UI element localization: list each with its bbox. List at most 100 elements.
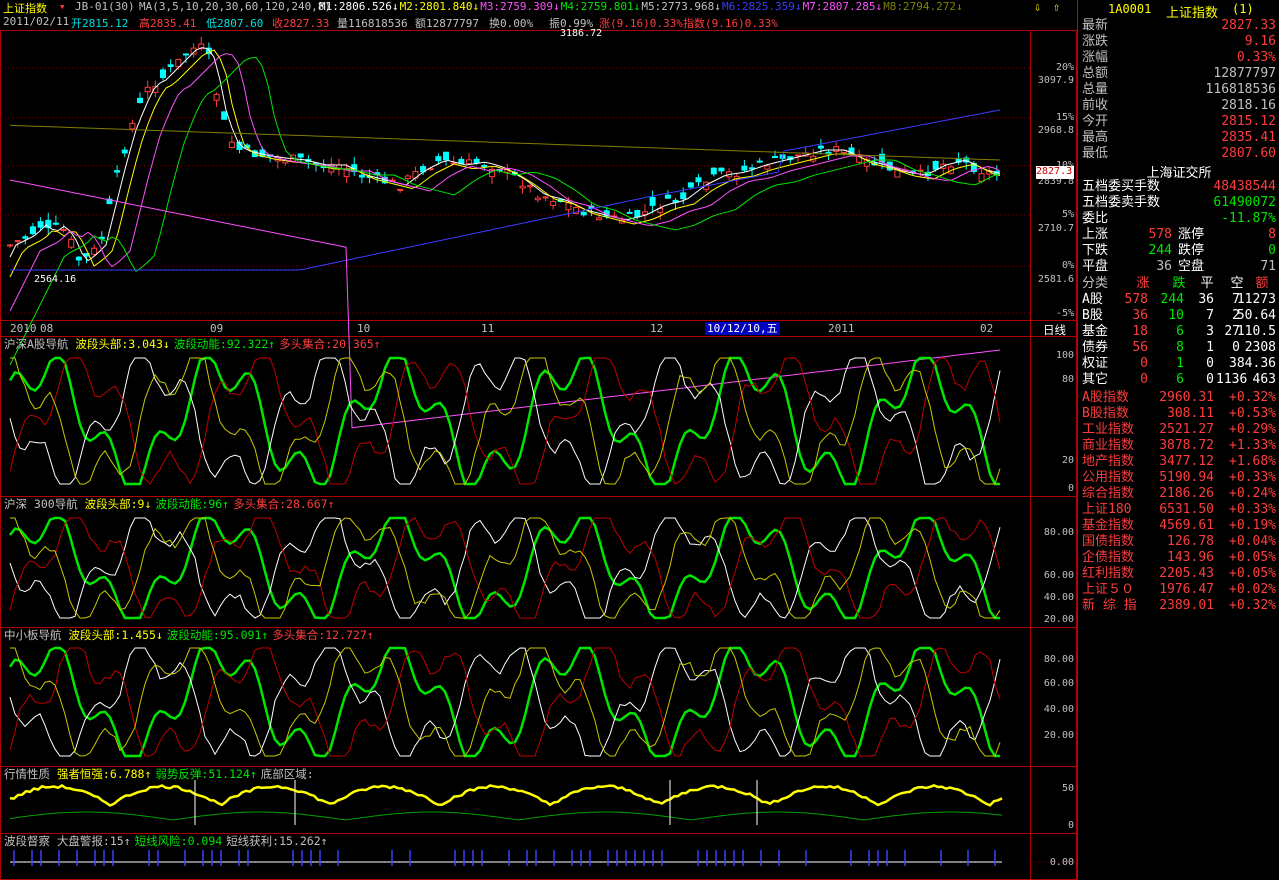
ma-parameters: MA(3,5,10,20,30,60,120,240,8) bbox=[139, 0, 332, 13]
panel-name[interactable]: 沪深 300导航 bbox=[4, 497, 85, 511]
ma-value-3: M3:2759.309↓ bbox=[480, 0, 560, 13]
index-row-value: 308.11 bbox=[1167, 406, 1214, 421]
class-row-down: 6 bbox=[1176, 372, 1184, 387]
order-row-label: 五档委买手数 bbox=[1082, 179, 1161, 194]
class-row: 基金 18 6 3 27 110.5 bbox=[1078, 324, 1279, 340]
panel-indicator-value: 波段头部:1.455↓ bbox=[68, 628, 163, 642]
class-row-down: 1 bbox=[1176, 356, 1184, 371]
class-row-up: 0 bbox=[1140, 356, 1148, 371]
breadth-label: 平盘 bbox=[1082, 259, 1109, 274]
breadth-label: 涨停 bbox=[1178, 227, 1205, 242]
panel-name[interactable]: 波段督察 bbox=[4, 834, 57, 848]
quote-row-value: 12877797 bbox=[1213, 66, 1276, 81]
index-row-name: 企债指数 bbox=[1082, 550, 1135, 565]
panel-indicator-value: 大盘警报:15↑ bbox=[56, 834, 131, 848]
index-row[interactable]: B股指数 308.11 +0.53% bbox=[1082, 406, 1276, 422]
up-arrow-icon[interactable]: ⇧ bbox=[1053, 0, 1060, 14]
class-header-cell: 跌 bbox=[1172, 276, 1186, 291]
candle-body bbox=[228, 141, 235, 149]
dropdown-arrow-icon[interactable]: ▾ bbox=[59, 0, 66, 13]
time-axis-label: 10 bbox=[357, 322, 371, 335]
quote-suffix: (1) bbox=[1232, 2, 1254, 16]
index-row[interactable]: 综合指数 2186.26 +0.24% bbox=[1082, 486, 1276, 502]
panel-name[interactable]: 中小板导航 bbox=[4, 628, 68, 642]
class-row-flat: 36 bbox=[1198, 292, 1214, 307]
ma-value-1: M1:2806.526↓ bbox=[319, 0, 399, 13]
panel-header: 波段督察 大盘警报:15↑ 短线风险:0.094 短线获利:15.262↑ bbox=[4, 833, 332, 849]
quote-row: 前收 2818.16 bbox=[1082, 98, 1276, 114]
panel-header: 中小板导航 波段头部:1.455↓ 波段动能:95.091↑ 多头集合:12.727… bbox=[4, 627, 378, 643]
panel-name[interactable]: 沪深A股导航 bbox=[4, 337, 75, 351]
price-axis-label: 15% bbox=[1055, 112, 1074, 123]
index-row-name: 公用指数 bbox=[1082, 470, 1135, 485]
period-button[interactable]: 日线 bbox=[1043, 322, 1066, 338]
index-row[interactable]: 基金指数 4569.61 +0.19% bbox=[1082, 518, 1276, 534]
class-header-cell: 平 bbox=[1200, 276, 1214, 291]
candle-body bbox=[978, 173, 985, 182]
breadth-value: 578 bbox=[1148, 227, 1172, 242]
class-row-down: 244 bbox=[1160, 292, 1184, 307]
panel-axis-label: 0.00 bbox=[1049, 857, 1074, 868]
panel-axis-label: 60.00 bbox=[1043, 678, 1074, 689]
index-row-value: 1976.47 bbox=[1159, 582, 1214, 597]
quote-panel: 1A0001 上证指数 (1) 最新 2827.33 涨跌 9.16 涨幅 0.33% 总额… bbox=[1077, 0, 1279, 880]
panel-indicator-value: 强者恒强:6.788↑ bbox=[56, 767, 152, 781]
ma-value-4: M4:2759.801↓ bbox=[560, 0, 641, 13]
order-row-label: 五档委卖手数 bbox=[1082, 195, 1161, 210]
panel-axis-label: 80 bbox=[1061, 374, 1074, 385]
candle-body bbox=[649, 196, 656, 206]
index-row[interactable]: 工业指数 2521.27 +0.29% bbox=[1082, 422, 1276, 438]
index-row[interactable]: 商业指数 3878.72 +1.33% bbox=[1082, 438, 1276, 454]
class-row-up: 56 bbox=[1132, 340, 1148, 355]
breadth-value: 36 bbox=[1156, 259, 1172, 274]
index-row[interactable]: 企债指数 143.96 +0.05% bbox=[1082, 550, 1276, 566]
quote-row: 最新 2827.33 bbox=[1082, 18, 1276, 34]
class-row-flat: 7 bbox=[1206, 308, 1214, 323]
index-row[interactable]: 上证180 6531.50 +0.33% bbox=[1082, 502, 1276, 518]
candle-body bbox=[718, 167, 725, 172]
index-row[interactable]: A股指数 2960.31 +0.32% bbox=[1082, 390, 1276, 406]
index-row[interactable]: 新 综 指 2389.01 +0.32% bbox=[1082, 598, 1276, 614]
index-row-value: 3477.12 bbox=[1159, 454, 1214, 469]
class-row-empty: 0 bbox=[1232, 340, 1240, 355]
panel-axis-label: 80.00 bbox=[1043, 654, 1074, 665]
order-row: 委比 -11.87% bbox=[1082, 211, 1276, 227]
panel-indicator-value: 波段动能:96↑ bbox=[155, 497, 230, 511]
candle-body bbox=[596, 217, 603, 221]
candle-body bbox=[473, 158, 480, 164]
index-row-name: 基金指数 bbox=[1082, 518, 1135, 533]
index-row[interactable]: 上证５０ 1976.47 +0.02% bbox=[1082, 582, 1276, 598]
index-row-name: 地产指数 bbox=[1082, 454, 1135, 469]
breadth-value: 8 bbox=[1268, 227, 1276, 242]
turnover-value: 换0.00% bbox=[489, 17, 534, 30]
low-value: 低2807.60 bbox=[206, 17, 264, 30]
panel-axis-label: 0 bbox=[1067, 820, 1074, 831]
change-value: 涨(9.16)0.33% bbox=[599, 17, 683, 30]
index-row-value: 2186.26 bbox=[1159, 486, 1214, 501]
time-cursor-label: 10/12/10,五 bbox=[705, 322, 780, 335]
index-row[interactable]: 红利指数 2205.43 +0.05% bbox=[1082, 566, 1276, 582]
order-row: 五档委卖手数 61490072 bbox=[1082, 195, 1276, 211]
price-axis-label: 2581.6 bbox=[1037, 274, 1074, 285]
index-row[interactable]: 地产指数 3477.12 +1.68% bbox=[1082, 454, 1276, 470]
class-row-down: 10 bbox=[1168, 308, 1184, 323]
candle-body bbox=[741, 165, 748, 171]
indicator-name[interactable]: JB-01(30) bbox=[75, 0, 135, 13]
candle-body bbox=[129, 122, 136, 130]
index-row[interactable]: 公用指数 5190.94 +0.33% bbox=[1082, 470, 1276, 486]
class-row-label: B股 bbox=[1082, 308, 1103, 323]
index-name[interactable]: 上证指数 bbox=[3, 2, 47, 15]
close-value: 收2827.33 bbox=[272, 17, 330, 30]
ma-line-6 bbox=[10, 109, 1001, 271]
index-row-change: +1.33% bbox=[1229, 438, 1276, 453]
panel-name[interactable]: 行情性质 bbox=[4, 767, 57, 781]
time-axis-label: 08 bbox=[40, 322, 54, 335]
lock-icon[interactable]: ⇩ bbox=[1034, 0, 1041, 14]
candle-body bbox=[680, 192, 687, 200]
index-row[interactable]: 国债指数 126.78 +0.04% bbox=[1082, 534, 1276, 550]
quote-title: 1A0001 上证指数 (1) bbox=[1078, 2, 1279, 21]
index-row-name: 国债指数 bbox=[1082, 534, 1135, 549]
candle-body bbox=[404, 175, 411, 180]
candle-body bbox=[37, 221, 44, 228]
candlestick-chart[interactable] bbox=[0, 0, 1077, 880]
